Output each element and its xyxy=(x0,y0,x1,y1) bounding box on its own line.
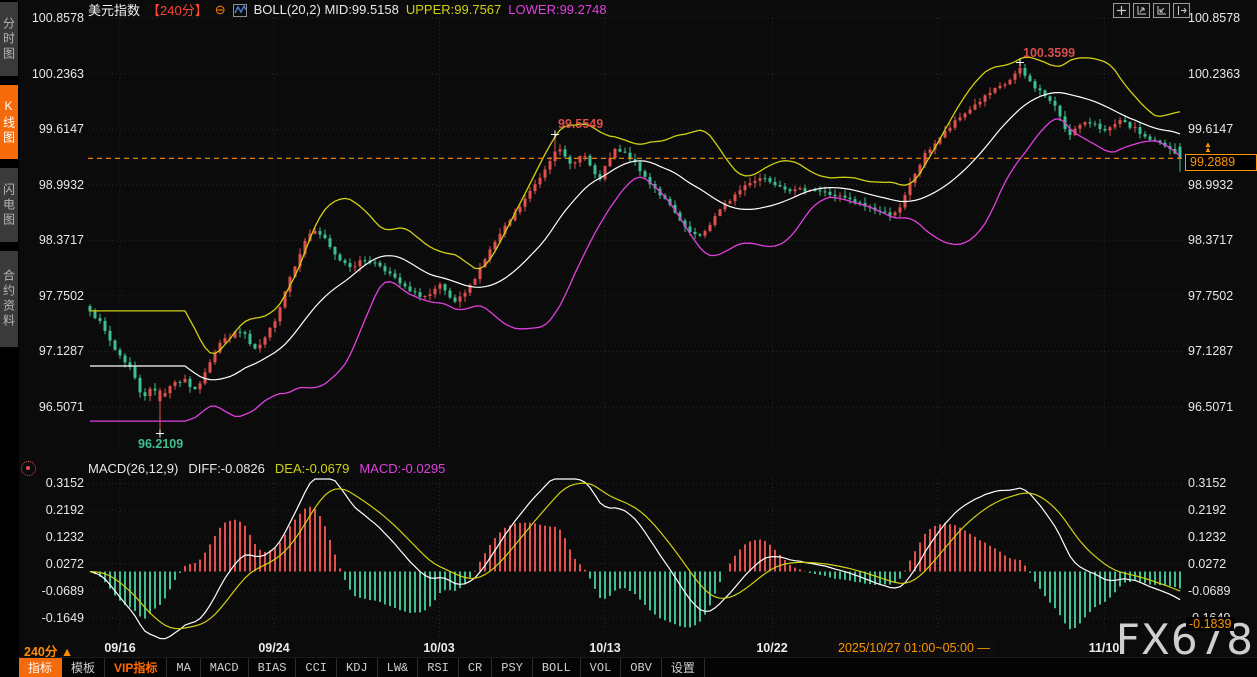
crosshair-datetime-readout: 2025/10/27 01:00~05:00 — xyxy=(833,640,995,656)
toolbar-item-PSY[interactable]: PSY xyxy=(492,658,533,677)
macd-value: MACD:-0.0295 xyxy=(359,461,446,476)
price-axis-label-left: 97.1287 xyxy=(38,344,84,358)
price-axis-label-left: 98.3717 xyxy=(38,233,84,247)
price-annotation: 96.2109 xyxy=(138,437,184,452)
x-axis-date-label: 09/16 xyxy=(104,641,136,655)
macd-layer xyxy=(89,478,1181,640)
collapse-indicator-icon[interactable]: ⊖ xyxy=(215,3,226,16)
macd-axis-label-right: -0.0689 xyxy=(1188,584,1231,598)
price-axis-label-left: 100.8578 xyxy=(31,11,84,25)
price-axis-label-left: 96.5071 xyxy=(38,400,84,414)
sidebar-tab-1[interactable]: 分时图 xyxy=(0,2,18,76)
x-axis-date-label: 10/22 xyxy=(756,641,788,655)
period-tag[interactable]: 【240分】 xyxy=(147,0,208,19)
toolbar-item-VOL[interactable]: VOL xyxy=(581,658,622,677)
instrument-name: 美元指数 xyxy=(88,3,141,18)
price-axis-label-left: 97.7502 xyxy=(38,289,84,303)
price-axis-label-right: 100.8578 xyxy=(1188,11,1241,25)
toolbar-item-OBV[interactable]: OBV xyxy=(621,658,662,677)
boll-upper-value: UPPER:99.7567 xyxy=(405,2,502,17)
macd-axis-label-left: 0.2192 xyxy=(45,503,84,517)
toolbar-item-CCI[interactable]: CCI xyxy=(296,658,338,677)
x-axis-date-label: 10/03 xyxy=(423,641,455,655)
macd-axis-label-right: 0.3152 xyxy=(1188,476,1227,490)
boll-lower-value: LOWER:99.2748 xyxy=(508,2,607,17)
macd-dea-value: DEA:-0.0679 xyxy=(274,461,350,476)
price-axis-label-left: 98.9932 xyxy=(38,178,84,192)
x-axis-date-label: 10/13 xyxy=(589,641,621,655)
grid-layer xyxy=(88,17,1183,638)
sidebar-tab-4[interactable]: 合约资料 xyxy=(0,251,18,347)
price-axis-label-right: 100.2363 xyxy=(1188,67,1241,81)
price-annotation: 100.3599 xyxy=(1023,45,1076,60)
price-axis-label-right: 98.3717 xyxy=(1188,233,1234,247)
boll-indicator-icon xyxy=(232,4,247,17)
toolbar-item-CR[interactable]: CR xyxy=(459,658,493,677)
price-axis-label-left: 99.6147 xyxy=(38,122,84,136)
price-axis-label-right: 99.6147 xyxy=(1188,122,1234,136)
macd-axis-label-left: 0.1232 xyxy=(45,530,84,544)
price-chart-canvas[interactable] xyxy=(0,0,1257,677)
price-annotation: 99.5549 xyxy=(558,117,604,132)
indicator-target-icon[interactable] xyxy=(21,461,36,476)
bollinger-bands xyxy=(90,56,1181,422)
annotation-markers xyxy=(156,58,1024,438)
price-up-arrow-icon: ▲ ▲ xyxy=(1204,140,1212,154)
macd-header: MACD(26,12,9) DIFF:-0.0826 DEA:-0.0679 M… xyxy=(88,461,445,476)
toolbar-item-BOLL[interactable]: BOLL xyxy=(533,658,581,677)
price-axis-label-right: 98.9932 xyxy=(1188,178,1234,192)
price-axis-label-right: 96.5071 xyxy=(1188,400,1234,414)
indicator-toolbar: 指标 模板 VIP指标 MA MACD BIAS CCI KDJ LW& RSI CR PSY BOLL… xyxy=(19,657,1257,677)
toolbar-item-KDJ[interactable]: KDJ xyxy=(337,658,378,677)
axis-zoom-in-icon[interactable] xyxy=(1133,3,1150,18)
sidebar: 分时图 K线图闪电图合约资料 xyxy=(0,0,19,677)
toolbar-item-设置[interactable]: 设置 xyxy=(662,658,705,677)
chart-tools xyxy=(1113,3,1190,18)
exit-pane-icon[interactable] xyxy=(1173,3,1190,18)
toolbar-item-RSI[interactable]: RSI xyxy=(418,658,459,677)
toolbar-item-MACD[interactable]: MACD xyxy=(201,658,249,677)
toolbar-item-LW&[interactable]: LW& xyxy=(378,658,419,677)
axis-zoom-out-icon[interactable] xyxy=(1153,3,1170,18)
macd-axis-label-right: 0.1232 xyxy=(1188,530,1227,544)
price-axis-label-right: 97.7502 xyxy=(1188,289,1234,303)
sidebar-tab-3[interactable]: 闪电图 xyxy=(0,168,18,242)
macd-axis-label-right: 0.0272 xyxy=(1188,557,1227,571)
toolbar-item-BIAS[interactable]: BIAS xyxy=(249,658,297,677)
macd-title: MACD(26,12,9) xyxy=(88,461,179,476)
macd-axis-label-right: 0.2192 xyxy=(1188,503,1227,517)
x-axis-date-label: 09/24 xyxy=(258,641,290,655)
toolbar-item-VIP指标[interactable]: VIP指标 xyxy=(105,658,168,677)
macd-axis-label-left: 0.3152 xyxy=(45,476,84,490)
price-axis-label-right: 97.1287 xyxy=(1188,344,1234,358)
crosshair-icon[interactable] xyxy=(1113,3,1130,18)
macd-axis-label-left: -0.1649 xyxy=(41,611,84,625)
macd-axis-label-left: -0.0689 xyxy=(41,584,84,598)
macd-diff-value: DIFF:-0.0826 xyxy=(188,461,265,476)
toolbar-item-指标[interactable]: 指标 xyxy=(19,658,63,677)
toolbar-item-MA[interactable]: MA xyxy=(167,658,201,677)
chart-header: 美元指数 【240分】 ⊖ BOLL(20,2) MID:99.5158 UPP… xyxy=(88,1,607,18)
macd-last-tag: -0.1839 xyxy=(1186,617,1235,631)
toolbar-item-模板[interactable]: 模板 xyxy=(62,658,106,677)
sidebar-tab-2[interactable]: K线图 xyxy=(0,85,18,159)
macd-axis-label-left: 0.0272 xyxy=(45,557,84,571)
price-axis-label-left: 100.2363 xyxy=(31,67,84,81)
last-price-tag: 99.2889 xyxy=(1185,154,1257,171)
chart-app: 分时图 K线图闪电图合约资料 美元指数 【240分】 ⊖ BOLL(20,2) M… xyxy=(0,0,1257,677)
boll-mid-value: BOLL(20,2) MID:99.5158 xyxy=(253,2,399,17)
candles-layer xyxy=(88,62,1182,434)
